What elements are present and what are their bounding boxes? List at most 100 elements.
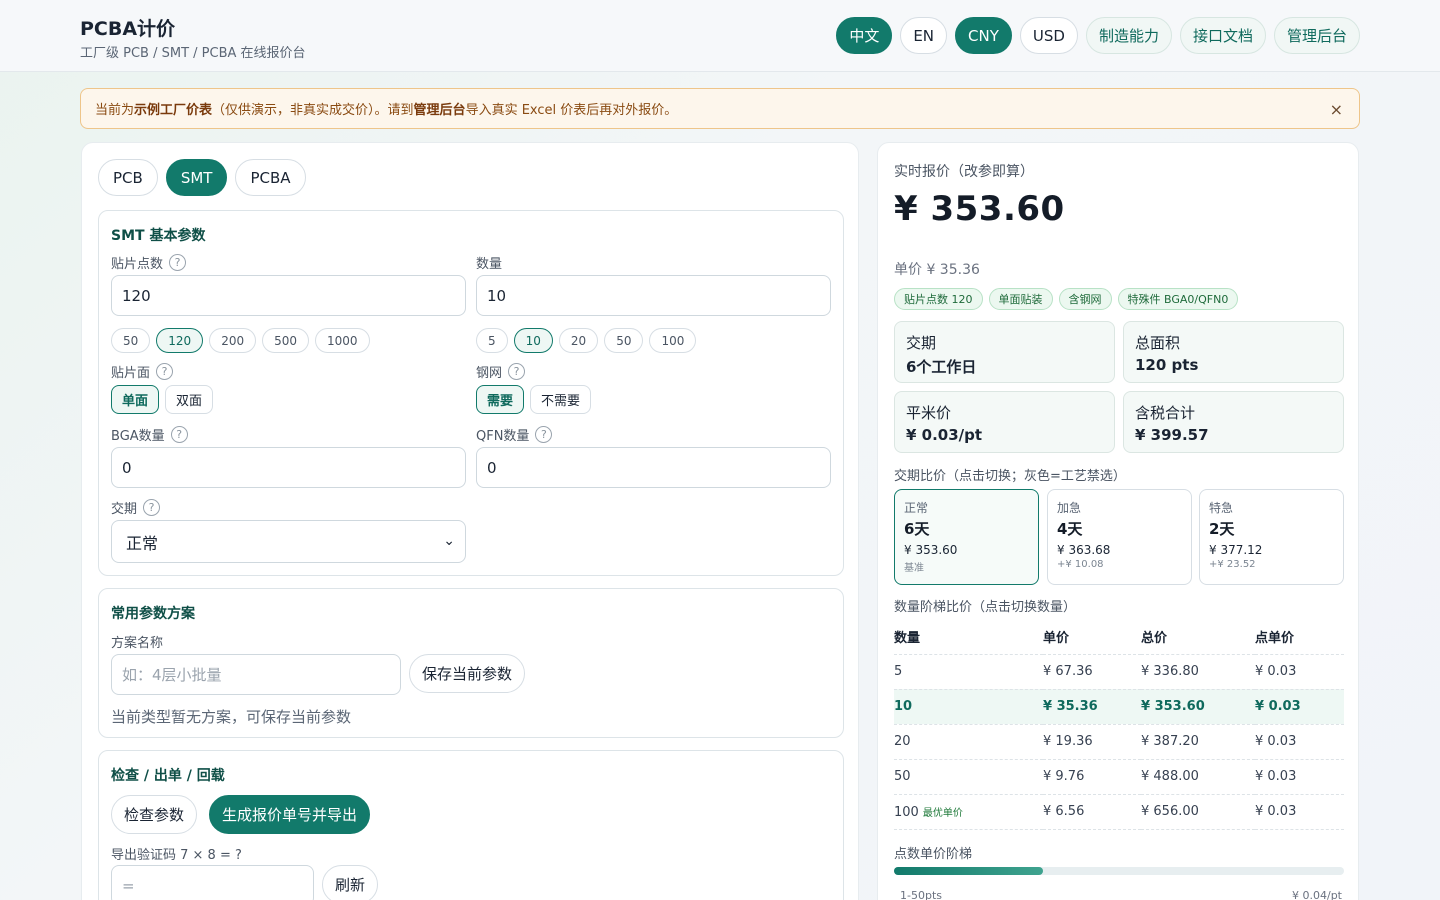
tab-pcb[interactable]: PCB bbox=[98, 159, 158, 196]
help-icon[interactable]: ? bbox=[156, 363, 174, 380]
quote-panel: 实时报价（改参即算） ¥ 353.60 单价 ¥ 35.36 贴片点数 120 … bbox=[877, 142, 1359, 900]
generate-quote-button[interactable]: 生成报价单号并导出 bbox=[209, 795, 371, 834]
stat-value: ¥ 399.57 bbox=[1135, 426, 1209, 444]
spec-tag: 特殊件 BGA0/QFN0 bbox=[1117, 288, 1239, 310]
help-icon[interactable]: ? bbox=[143, 499, 161, 516]
qty-chip[interactable]: 20 bbox=[558, 328, 599, 353]
stat-key: 总面积 bbox=[1135, 334, 1181, 352]
tier-total: ¥ 488.00 bbox=[1141, 759, 1255, 795]
points-chip[interactable]: 1000 bbox=[315, 328, 370, 353]
stat-value: 6个工作日 bbox=[906, 358, 977, 376]
captcha-label: 导出验证码 7 × 8 = ? bbox=[111, 844, 242, 863]
currency-cny-button[interactable]: CNY bbox=[955, 17, 1012, 54]
stencil-none-option[interactable]: 不需要 bbox=[530, 385, 592, 414]
banner-prefix: 当前为 bbox=[95, 103, 135, 118]
spec-tag: 单面贴装 bbox=[988, 288, 1053, 310]
table-header-row: 数量 单价 总价 点单价 bbox=[894, 619, 1344, 655]
admin-link[interactable]: 管理后台 bbox=[1273, 17, 1360, 54]
qty-label: 数量 bbox=[476, 253, 502, 272]
tier-unit: ¥ 19.36 bbox=[1043, 724, 1141, 760]
lead-name: 加急 bbox=[1057, 501, 1082, 515]
table-row[interactable]: 50 ¥ 9.76 ¥ 488.00 ¥ 0.03 bbox=[894, 759, 1344, 795]
stencil-need-option[interactable]: 需要 bbox=[476, 385, 525, 414]
product-tabs: PCB SMT PCBA bbox=[98, 159, 306, 196]
lead-price: ¥ 377.12 bbox=[1209, 543, 1263, 557]
tier-unit: ¥ 35.36 bbox=[1043, 689, 1141, 725]
save-preset-button[interactable]: 保存当前参数 bbox=[409, 654, 526, 693]
captcha-input[interactable] bbox=[111, 865, 314, 900]
help-icon[interactable]: ? bbox=[535, 426, 553, 443]
lead-price: ¥ 353.60 bbox=[904, 543, 958, 557]
help-icon[interactable]: ? bbox=[170, 426, 188, 443]
lead-option-rush[interactable]: 加急 4天 ¥ 363.68 +¥ 10.08 bbox=[1047, 489, 1192, 585]
side-single-option[interactable]: 单面 bbox=[111, 385, 160, 414]
side-double-option[interactable]: 双面 bbox=[165, 385, 214, 414]
tier-qty: 50 bbox=[894, 759, 1043, 795]
lead-extra: +¥ 23.52 bbox=[1209, 559, 1256, 570]
qty-chip[interactable]: 10 bbox=[513, 328, 553, 353]
column-header: 总价 bbox=[1141, 619, 1255, 655]
stat-value: ¥ 0.03/pt bbox=[906, 426, 983, 444]
best-price-badge: 最优单价 bbox=[922, 807, 963, 819]
tier-total: ¥ 656.00 bbox=[1141, 794, 1255, 830]
stencil-options: 需要 不需要 bbox=[476, 385, 592, 414]
preset-name-label: 方案名称 bbox=[111, 632, 163, 651]
lang-zh-button[interactable]: 中文 bbox=[836, 17, 893, 54]
app-title: PCBA计价 bbox=[80, 18, 176, 40]
tab-smt[interactable]: SMT bbox=[165, 159, 228, 196]
close-icon[interactable]: × bbox=[1330, 100, 1343, 119]
parameter-panel: PCB SMT PCBA SMT 基本参数 贴片点数? 120 50 120 2… bbox=[81, 142, 859, 900]
stencil-label: 钢网? bbox=[476, 362, 526, 381]
currency-usd-button[interactable]: USD bbox=[1019, 17, 1078, 54]
points-chip[interactable]: 500 bbox=[262, 328, 309, 353]
help-icon[interactable]: ? bbox=[508, 363, 526, 380]
tab-pcba[interactable]: PCBA bbox=[235, 159, 306, 196]
spec-tag: 贴片点数 120 bbox=[894, 288, 983, 310]
help-icon[interactable]: ? bbox=[169, 254, 187, 271]
tier-total: ¥ 336.80 bbox=[1141, 654, 1255, 690]
points-input[interactable]: 120 bbox=[111, 275, 466, 316]
points-chip[interactable]: 50 bbox=[111, 328, 151, 353]
stat-value: 120 pts bbox=[1135, 356, 1199, 374]
lead-price: ¥ 363.68 bbox=[1057, 543, 1111, 557]
lead-time-value: 正常 bbox=[126, 533, 159, 553]
points-chip[interactable]: 120 bbox=[156, 328, 204, 353]
stat-key: 交期 bbox=[906, 334, 937, 352]
demo-price-banner: 当前为 示例工厂价表 （仅供演示，非真实成交价）。请到 管理后台 导入真实 Exc… bbox=[80, 88, 1360, 129]
qty-chip[interactable]: 50 bbox=[604, 328, 644, 353]
qfn-input[interactable]: 0 bbox=[476, 447, 831, 488]
stencil-label-text: 钢网 bbox=[476, 366, 503, 381]
table-row[interactable]: 20 ¥ 19.36 ¥ 387.20 ¥ 0.03 bbox=[894, 724, 1344, 760]
table-row[interactable]: 5 ¥ 67.36 ¥ 336.80 ¥ 0.03 bbox=[894, 654, 1344, 690]
export-card: 检查 / 出单 / 回载 检查参数 生成报价单号并导出 导出验证码 7 × 8 … bbox=[98, 750, 844, 900]
tier-qty: 10 bbox=[894, 689, 1043, 725]
preset-card: 常用参数方案 方案名称 保存当前参数 当前类型暂无方案，可保存当前参数 bbox=[98, 588, 844, 738]
chevron-down-icon: ⌄ bbox=[443, 533, 455, 549]
qty-input[interactable]: 10 bbox=[476, 275, 831, 316]
qty-chip[interactable]: 5 bbox=[476, 328, 508, 353]
qty-chip[interactable]: 100 bbox=[649, 328, 697, 353]
capability-link[interactable]: 制造能力 bbox=[1085, 17, 1172, 54]
lead-option-normal[interactable]: 正常 6天 ¥ 353.60 基准 bbox=[894, 489, 1039, 585]
table-row[interactable]: 10 ¥ 35.36 ¥ 353.60 ¥ 0.03 bbox=[894, 689, 1344, 725]
preset-empty-text: 当前类型暂无方案，可保存当前参数 bbox=[111, 708, 352, 726]
banner-strong-admin: 管理后台 bbox=[413, 103, 466, 118]
column-header: 点单价 bbox=[1255, 619, 1344, 655]
lead-compare-title: 交期比价（点击切换；灰色=工艺禁选） bbox=[894, 469, 1126, 484]
api-docs-link[interactable]: 接口文档 bbox=[1179, 17, 1266, 54]
preset-name-input[interactable] bbox=[111, 654, 401, 695]
refresh-captcha-button[interactable]: 刷新 bbox=[322, 865, 379, 900]
captcha-label-text: 导出验证码 7 × 8 = ? bbox=[111, 848, 242, 863]
lead-time-select[interactable]: 正常 ⌄ bbox=[111, 520, 466, 563]
bga-input[interactable]: 0 bbox=[111, 447, 466, 488]
side-label-text: 贴片面 bbox=[111, 366, 151, 381]
lang-en-button[interactable]: EN bbox=[900, 17, 948, 54]
check-params-button[interactable]: 检查参数 bbox=[111, 795, 198, 834]
card-title: SMT 基本参数 bbox=[111, 228, 206, 244]
points-chip[interactable]: 200 bbox=[209, 328, 257, 353]
lead-option-express[interactable]: 特急 2天 ¥ 377.12 +¥ 23.52 bbox=[1199, 489, 1344, 585]
table-row[interactable]: 100 最优单价 ¥ 6.56 ¥ 656.00 ¥ 0.03 bbox=[894, 794, 1344, 830]
ladder-title: 点数单价阶梯 bbox=[894, 847, 973, 862]
header-nav: 中文 EN CNY USD 制造能力 接口文档 管理后台 bbox=[836, 17, 1360, 54]
ladder-bar bbox=[894, 867, 1344, 875]
